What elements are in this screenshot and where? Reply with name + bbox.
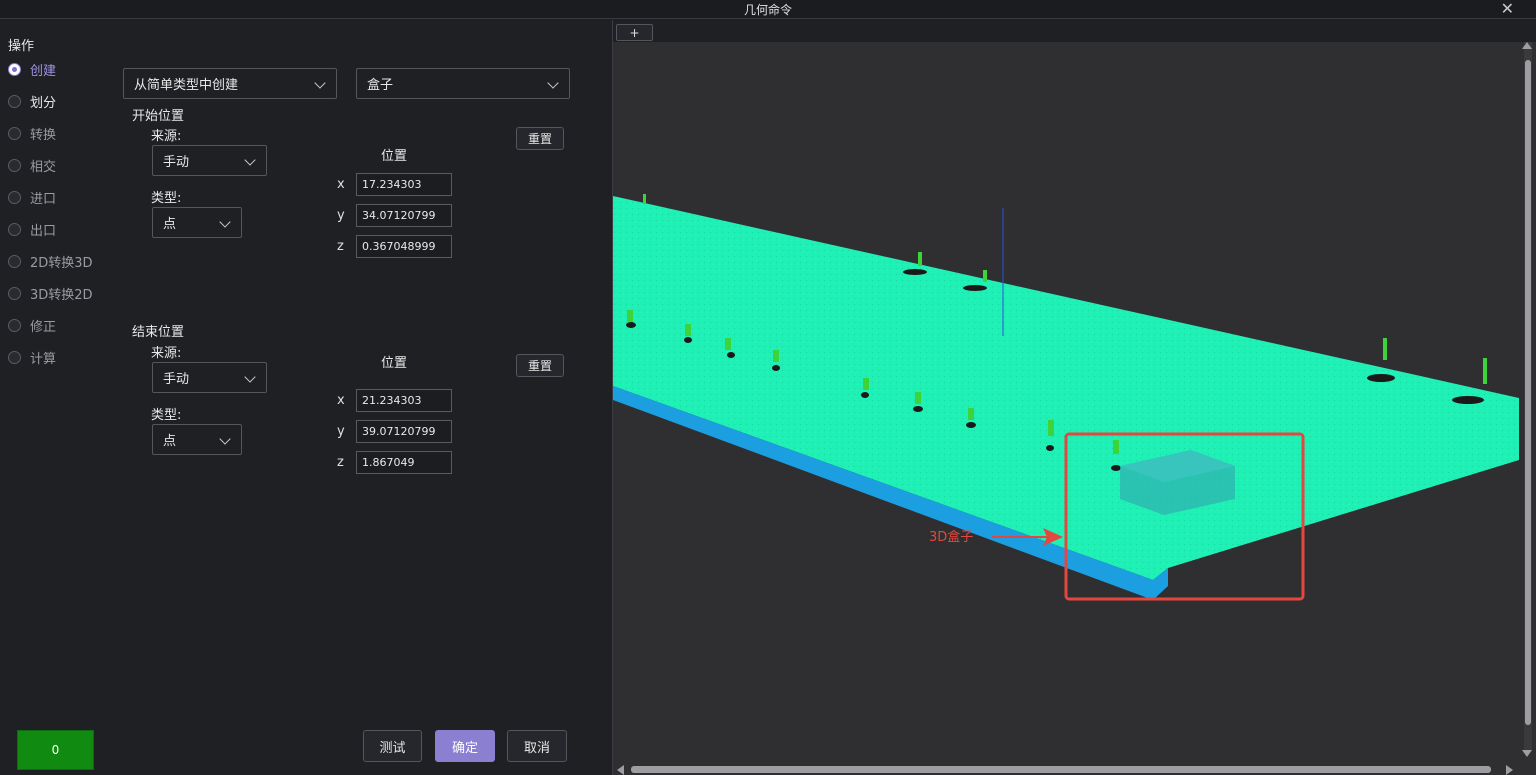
end-x-field[interactable]: 21.234303 [356,389,452,412]
radio-create[interactable]: 创建 [8,60,57,79]
radio-label: 划分 [30,95,57,111]
start-position-title: 开始位置 [132,109,185,124]
scroll-down-icon[interactable] [1522,750,1532,757]
radio-icon[interactable] [8,318,21,332]
end-z-label: z [337,455,344,470]
start-y-field[interactable]: 34.07120799 [356,204,452,227]
radio-fix[interactable]: 修正 [8,316,57,335]
radio-label: 2D转换3D [30,255,93,271]
start-source-select[interactable]: 手动 [152,145,267,176]
radio-label: 修正 [30,319,57,335]
3d-viewport[interactable]: 3D盒子 + [613,20,1536,775]
chevron-down-icon [219,216,231,228]
end-source-select[interactable]: 手动 [152,362,267,393]
radio-checked-icon[interactable] [8,62,21,76]
start-y-label: y [337,208,345,223]
radio-icon[interactable] [8,222,21,236]
radio-import[interactable]: 进口 [8,188,57,207]
radio-label: 计算 [30,351,57,367]
end-type-select[interactable]: 点 [152,424,242,455]
radio-export[interactable]: 出口 [8,220,57,239]
radio-split[interactable]: 划分 [8,92,57,111]
start-source-label: 来源: [151,129,182,144]
annotation-label: 3D盒子 [929,529,973,545]
chevron-down-icon [547,77,559,89]
select-value: 手动 [163,372,190,387]
chevron-down-icon [244,154,256,166]
radio-convert[interactable]: 转换 [8,124,57,143]
select-value: 盒子 [367,78,394,93]
select-value: 点 [163,217,177,232]
ok-button[interactable]: 确定 [435,730,495,762]
radio-label: 创建 [30,63,57,79]
radio-label: 3D转换2D [30,287,93,303]
viewport-tab-bar: + [613,20,1536,42]
end-y-field[interactable]: 39.07120799 [356,420,452,443]
radio-label: 出口 [30,223,57,239]
end-y-label: y [337,424,345,439]
scroll-up-icon[interactable] [1522,42,1532,49]
start-x-field[interactable]: 17.234303 [356,173,452,196]
chevron-down-icon [219,433,231,445]
add-tab-button[interactable]: + [616,24,653,41]
radio-icon[interactable] [8,350,21,364]
radio-3d-to-2d[interactable]: 3D转换2D [8,284,93,303]
start-position-label: 位置 [381,149,408,164]
radio-label: 转换 [30,127,57,143]
start-type-select[interactable]: 点 [152,207,242,238]
end-source-label: 来源: [151,346,182,361]
end-z-field[interactable]: 1.867049 [356,451,452,474]
counter-button[interactable]: 0 [17,730,94,770]
radio-icon[interactable] [8,94,21,108]
window-title: 几何命令 [743,3,792,17]
start-reset-button[interactable]: 重置 [516,127,564,150]
horizontal-scrollbar-thumb[interactable] [631,766,1491,773]
cancel-button[interactable]: 取消 [507,730,567,762]
end-type-label: 类型: [151,408,182,423]
scroll-left-icon[interactable] [617,765,624,775]
vertical-scrollbar-thumb[interactable] [1525,60,1531,725]
start-z-label: z [337,239,344,254]
scroll-right-icon[interactable] [1506,765,1513,775]
start-z-field[interactable]: 0.367048999 [356,235,452,258]
radio-icon[interactable] [8,126,21,140]
close-icon[interactable]: ✕ [1501,0,1514,18]
shape-select[interactable]: 盒子 [356,68,570,99]
radio-icon[interactable] [8,190,21,204]
end-position-label: 位置 [381,356,408,371]
radio-2d-to-3d[interactable]: 2D转换3D [8,252,93,271]
radio-label: 相交 [30,159,57,175]
select-value: 手动 [163,155,190,170]
select-value: 从简单类型中创建 [134,78,239,93]
select-value: 点 [163,434,177,449]
chevron-down-icon [244,371,256,383]
operations-header: 操作 [8,39,35,54]
title-bar: 几何命令 ✕ [0,0,1536,19]
radio-compute[interactable]: 计算 [8,348,57,367]
point-cloud-scene: 3D盒子 [613,194,1519,601]
chevron-down-icon [314,77,326,89]
create-method-select[interactable]: 从简单类型中创建 [123,68,337,99]
end-position-title: 结束位置 [132,325,185,340]
radio-label: 进口 [30,191,57,207]
end-reset-button[interactable]: 重置 [516,354,564,377]
radio-intersect[interactable]: 相交 [8,156,57,175]
test-button[interactable]: 测试 [363,730,422,762]
radio-icon[interactable] [8,158,21,172]
radio-icon[interactable] [8,286,21,300]
end-x-label: x [337,393,345,408]
radio-icon[interactable] [8,254,21,268]
start-x-label: x [337,177,345,192]
start-type-label: 类型: [151,191,182,206]
